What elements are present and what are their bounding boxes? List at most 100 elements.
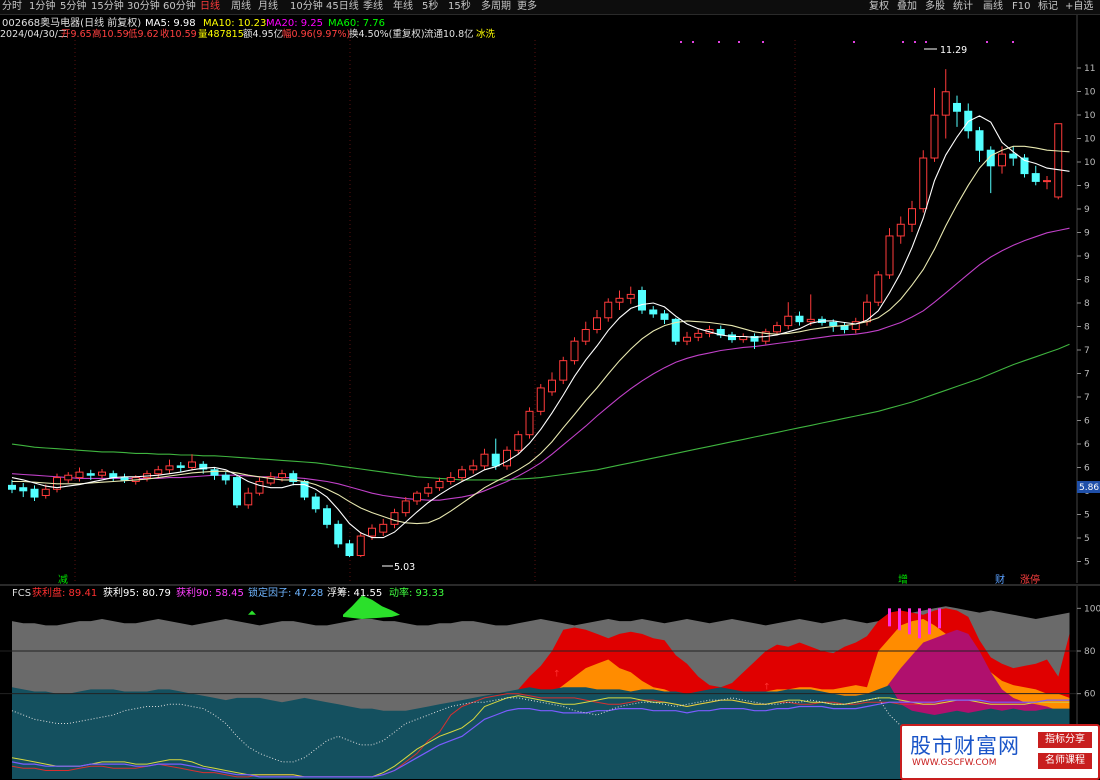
ma10-label: MA10: 10.23 <box>203 18 266 29</box>
toolbar-right-5[interactable]: F10 <box>1012 0 1030 14</box>
ma5-label: MA5: 9.98 <box>145 18 196 29</box>
candle-body-up <box>154 469 163 475</box>
candle-body-down <box>30 488 39 498</box>
candle-body-up <box>390 512 399 525</box>
ohlc-info-row: 2024/04/30/二 开9.65 高10.59 低9.62 收10.59 量… <box>0 28 496 40</box>
price-axis-label: 9 <box>1084 252 1090 262</box>
candle-body-up <box>188 461 196 468</box>
fcs-label-5: 浮筹: 41.55 <box>327 586 382 599</box>
period-tab-10[interactable]: 45日线 <box>326 0 359 14</box>
candle-body-up <box>98 471 106 476</box>
period-tab-16[interactable]: 更多 <box>517 0 537 14</box>
zhangting-marker[interactable]: 涨停 <box>1020 573 1040 586</box>
signal-dot <box>902 41 904 43</box>
candle-body-up <box>64 474 73 481</box>
period-tab-8[interactable]: 月线 <box>258 0 278 14</box>
candle-body-up <box>773 325 781 333</box>
candle-body-up <box>446 477 455 482</box>
period-tab-2[interactable]: 5分钟 <box>60 0 86 14</box>
period-tab-9[interactable]: 10分钟 <box>290 0 323 14</box>
candle-body-up <box>930 114 939 159</box>
price-axis-label: 6 <box>1084 417 1090 427</box>
price-axis-label: 8 <box>1084 323 1090 333</box>
price-axis-label: 10 <box>1084 135 1096 145</box>
candle-body-down <box>19 487 28 492</box>
fcs-label-3: 获利90: 58.45 <box>176 587 244 599</box>
sector-tag: 冰洗 <box>476 28 496 40</box>
low-label: 低9.62 <box>128 28 159 40</box>
period-tab-13[interactable]: 5秒 <box>422 0 438 14</box>
period-tab-3[interactable]: 15分钟 <box>91 0 124 14</box>
turnover-label: 换4.50%(重复权) <box>349 28 425 40</box>
candle-body-down <box>210 469 219 476</box>
candle-body-down <box>323 508 331 525</box>
fcs-label-4: 锁定因子: 47.28 <box>248 586 323 599</box>
fcs-up-arrow: ↑ <box>553 670 561 680</box>
fcs-signal-bar <box>938 608 941 629</box>
candle-body-down <box>953 102 961 112</box>
stock-title: 002668奥马电器(日线 前复权) <box>2 16 141 29</box>
fcs-label-6: 动率: 93.33 <box>389 586 444 599</box>
fcs-up-arrow: ↑ <box>763 682 771 692</box>
fcs-axis-label: 60 <box>1084 690 1096 700</box>
price-axis-label: 7 <box>1084 370 1090 380</box>
toolbar-right-2[interactable]: 多股 <box>925 0 945 14</box>
signal-dot <box>925 41 927 43</box>
candle-body-down <box>86 473 95 476</box>
candle-body-up <box>626 293 635 299</box>
period-tab-7[interactable]: 周线 <box>231 0 251 14</box>
candle-body-up <box>615 297 624 303</box>
period-tab-6[interactable]: 日线 <box>200 0 220 14</box>
price-axis-label: 11 <box>1084 64 1095 74</box>
volume-label: 量487815 <box>198 29 244 40</box>
fcs-label-1: 获利盘: 89.41 <box>32 586 97 599</box>
candle-body-up <box>570 340 579 362</box>
price-axis-label: 10 <box>1084 88 1096 98</box>
period-tab-14[interactable]: 15秒 <box>448 0 471 14</box>
period-tab-15[interactable]: 多周期 <box>481 0 511 14</box>
period-tab-5[interactable]: 60分钟 <box>163 0 196 14</box>
candle-body-up <box>480 453 489 467</box>
period-tab-4[interactable]: 30分钟 <box>127 0 160 14</box>
ma60-label: MA60: 7.76 <box>328 18 385 29</box>
current-price-value: 5.86 <box>1079 483 1099 493</box>
toolbar-right-1[interactable]: 叠加 <box>897 0 917 14</box>
period-tab-11[interactable]: 季线 <box>363 0 383 14</box>
ma20-label: MA20: 9.25 <box>266 18 323 29</box>
price-axis-label: 9 <box>1084 205 1090 215</box>
toolbar-right-0[interactable]: 复权 <box>869 0 889 14</box>
candle-body-down <box>345 543 354 557</box>
open-label: 开9.65 <box>61 29 92 40</box>
price-axis-label: 10 <box>1084 158 1096 168</box>
candle-body-up <box>525 410 534 436</box>
caiwu-marker[interactable]: 财 <box>995 573 1005 586</box>
high-label: 高10.59 <box>92 28 129 40</box>
period-toolbar: 分时 1分钟 5分钟 15分钟 30分钟 60分钟 日线 周线 月线 10分钟 45日线 季线 年线 5秒… <box>0 0 1100 15</box>
toolbar-right-4[interactable]: 画线 <box>983 0 1003 14</box>
price-axis-label: 10 <box>1084 111 1096 121</box>
candle-body-down <box>649 309 658 315</box>
signal-dot <box>692 41 694 43</box>
toolbar-right-7[interactable]: +自选 <box>1065 0 1093 14</box>
candle-body-up <box>694 332 703 338</box>
toolbar-right-3[interactable]: 统计 <box>953 0 973 14</box>
period-tab-1[interactable]: 1分钟 <box>29 0 55 14</box>
candle-body-up <box>806 318 815 323</box>
watermark-badge-share: 指标分享 <box>1038 732 1092 748</box>
fcs-label-2: 获利95: 80.79 <box>103 587 171 599</box>
price-axis-label: 9 <box>1084 229 1090 239</box>
candle-body-down <box>975 130 984 151</box>
candle-body-down <box>176 465 185 468</box>
price-axis-label: 5 <box>1084 511 1090 521</box>
toolbar-right-6[interactable]: 标记 <box>1038 0 1058 14</box>
signal-zeng: 增 <box>898 573 908 586</box>
signal-dot <box>738 41 740 43</box>
fcs-name: FCS <box>12 588 31 599</box>
float-label: 流通10.8亿 <box>424 28 474 40</box>
signal-dot <box>986 41 988 43</box>
period-tab-12[interactable]: 年线 <box>393 0 413 14</box>
period-tab-0[interactable]: 分时 <box>2 0 22 14</box>
watermark-logo: 股市财富网 WWW.GSCFW.COM 指标分享 名师课程 <box>900 724 1100 780</box>
candle-body-up <box>41 488 50 497</box>
candle-body-up <box>998 153 1006 167</box>
